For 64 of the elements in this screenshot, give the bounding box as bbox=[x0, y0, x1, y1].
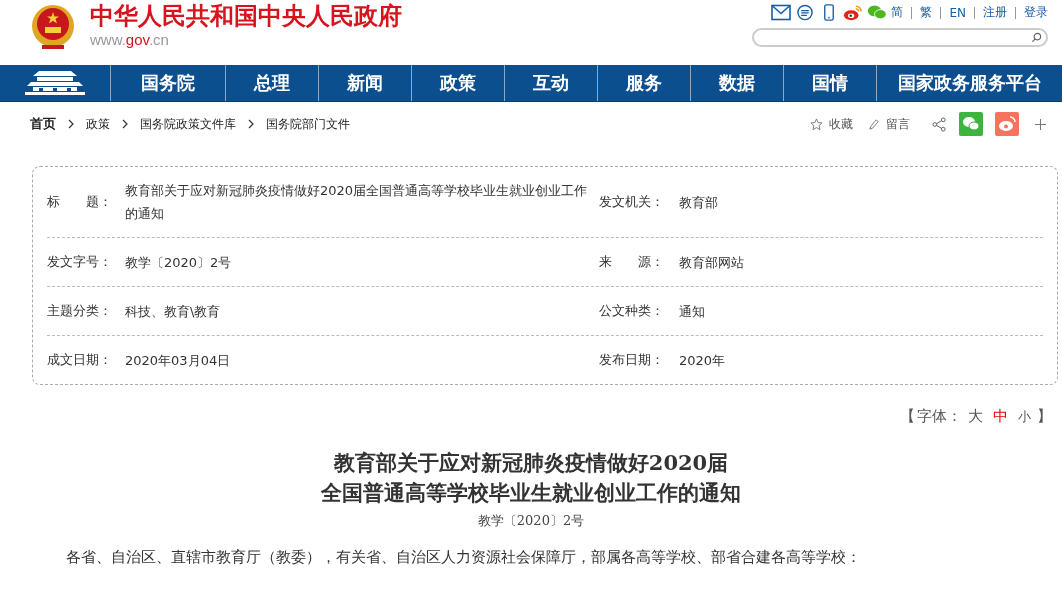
favorite-link[interactable]: 收藏 bbox=[829, 115, 853, 133]
message-icon[interactable] bbox=[795, 4, 816, 21]
article-paragraph: 各省、自治区、直辖市教育厅（教委），有关省、自治区人力资源社会保障厅，部属各高等学校、部省合建各高等学校： bbox=[66, 548, 862, 567]
search-icon[interactable] bbox=[1031, 32, 1042, 43]
wechat-share-icon[interactable] bbox=[959, 112, 983, 136]
field-label: 来 源： bbox=[599, 253, 665, 271]
field-label: 主题分类： bbox=[47, 302, 113, 320]
nav-item[interactable]: 总理 bbox=[226, 65, 319, 101]
language-link[interactable]: 繁 bbox=[920, 4, 933, 21]
search-field[interactable] bbox=[752, 28, 1048, 47]
nav-item[interactable]: 服务 bbox=[598, 65, 691, 101]
field-label: 发布日期： bbox=[599, 351, 665, 369]
mail-icon[interactable] bbox=[771, 4, 792, 21]
field-value: 通知 bbox=[679, 302, 706, 321]
breadcrumb-link[interactable]: 国务院部门文件 bbox=[266, 115, 350, 133]
pencil-icon[interactable] bbox=[867, 117, 880, 131]
document-number: 教学〔2020〕2号 bbox=[476, 512, 586, 530]
chevron-right-icon bbox=[68, 119, 74, 129]
weibo-share-icon[interactable] bbox=[995, 112, 1019, 136]
chevron-right-icon bbox=[122, 119, 128, 129]
field-value: 教育部关于应对新冠肺炎疫情做好2020届全国普通高等学校毕业生就业创业工作的通知 bbox=[125, 182, 589, 223]
weibo-icon[interactable] bbox=[843, 4, 864, 21]
field-value: 教学〔2020〕2号 bbox=[125, 253, 233, 272]
field-value: 2020年03月04日 bbox=[125, 351, 232, 370]
field-label: 发文机关： bbox=[599, 193, 665, 211]
account-link[interactable]: 登录 bbox=[1024, 4, 1048, 21]
font-size-option[interactable]: 中 bbox=[989, 407, 1012, 426]
field-value: 科技、教育\教育 bbox=[125, 302, 222, 321]
nav-item[interactable]: 数据 bbox=[691, 65, 784, 101]
star-icon[interactable] bbox=[810, 117, 823, 131]
field-value: 教育部网站 bbox=[679, 253, 745, 272]
building-icon[interactable] bbox=[25, 70, 85, 96]
nav-item[interactable]: 国家政务服务平台 bbox=[877, 65, 1062, 101]
article-title: 教育部关于应对新冠肺炎疫情做好2020届 全国普通高等学校毕业生就业创业工作的通知 bbox=[320, 449, 742, 507]
language-link[interactable]: 简 bbox=[891, 4, 904, 21]
breadcrumb-link[interactable]: 首页 bbox=[30, 115, 56, 133]
national-emblem-icon bbox=[30, 3, 76, 51]
field-label: 公文种类： bbox=[599, 302, 665, 320]
font-size-option[interactable]: 大 bbox=[964, 407, 987, 426]
nav-item[interactable]: 国情 bbox=[784, 65, 877, 101]
bracket: 【 bbox=[900, 407, 915, 426]
font-size-label: 字体： bbox=[917, 407, 962, 426]
nav-item[interactable]: 政策 bbox=[412, 65, 505, 101]
comment-link[interactable]: 留言 bbox=[886, 115, 910, 133]
field-label: 发文字号： bbox=[47, 253, 113, 271]
breadcrumb-link[interactable]: 国务院政策文件库 bbox=[140, 115, 236, 133]
bracket: 】 bbox=[1037, 407, 1052, 426]
site-domain: www.gov.cn bbox=[90, 31, 170, 49]
nav-item[interactable]: 国务院 bbox=[111, 65, 226, 101]
field-label: 成文日期： bbox=[47, 351, 113, 369]
font-size-option[interactable]: 小 bbox=[1014, 407, 1035, 426]
field-value: 2020年 bbox=[679, 351, 727, 370]
chevron-right-icon bbox=[248, 119, 254, 129]
field-label: 标 题： bbox=[47, 193, 113, 211]
nav-item[interactable]: 互动 bbox=[505, 65, 598, 101]
wechat-icon[interactable] bbox=[867, 4, 888, 21]
field-value: 教育部 bbox=[679, 193, 719, 212]
language-link[interactable]: EN bbox=[949, 5, 966, 20]
account-link[interactable]: 注册 bbox=[983, 4, 1007, 21]
breadcrumb-link[interactable]: 政策 bbox=[86, 115, 110, 133]
plus-icon[interactable] bbox=[1035, 118, 1046, 130]
site-title: 中华人民共和国中央人民政府 bbox=[90, 1, 402, 31]
nav-item[interactable]: 新闻 bbox=[319, 65, 412, 101]
share-icon[interactable] bbox=[932, 116, 947, 132]
